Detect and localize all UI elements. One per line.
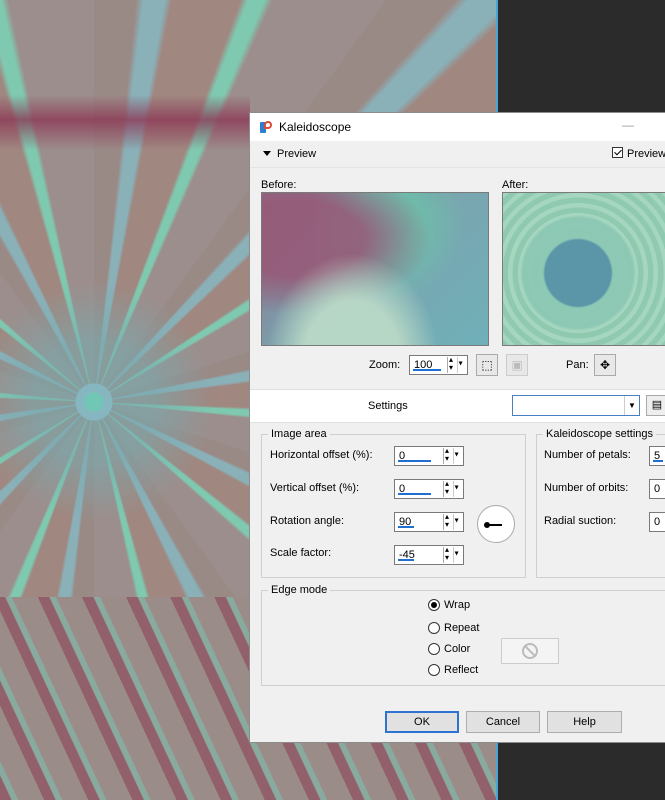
zoom-fit-icon: ⬚ — [481, 358, 493, 372]
after-label: After: — [502, 179, 529, 191]
radio-repeat[interactable] — [428, 622, 440, 634]
edge-color-swatch-button[interactable] — [501, 638, 559, 664]
kaleidoscope-dialog: Kaleidoscope — Preview Preview Before: A… — [249, 112, 665, 743]
zoom-spinner[interactable]: 100 — [409, 355, 468, 375]
preview-area: Before: After: Zoom: 100 ⬚ ▣ Pan: ✥ — [250, 167, 665, 390]
orbits-value: 0 — [654, 483, 661, 495]
save-icon: ▤ — [651, 399, 663, 411]
spin-arrows-icon[interactable] — [443, 479, 453, 497]
dialog-title: Kaleidoscope — [279, 120, 352, 134]
petals-label: Number of petals: — [544, 449, 631, 461]
value-underline — [653, 460, 663, 462]
rotation-angle-label: Rotation angle: — [270, 515, 344, 527]
edge-mode-repeat-label[interactable]: Repeat — [444, 622, 479, 634]
ok-button[interactable]: OK — [385, 711, 459, 733]
radial-suction-spinner[interactable]: 0 — [649, 512, 665, 532]
orbits-spinner[interactable]: 0 — [649, 479, 665, 499]
pan-move-icon: ✥ — [599, 358, 611, 372]
cancel-button[interactable]: Cancel — [466, 711, 540, 733]
spin-arrows-icon[interactable] — [443, 512, 453, 530]
before-label: Before: — [261, 179, 297, 191]
spin-arrows-icon[interactable] — [443, 446, 453, 464]
value-underline — [398, 460, 431, 462]
pan-button[interactable]: ✥ — [594, 354, 616, 376]
app-logo-icon — [260, 120, 273, 134]
zoom-dropdown-icon[interactable] — [457, 357, 466, 373]
image-area-title: Image area — [268, 428, 330, 440]
horizontal-offset-spinner[interactable]: 0 — [394, 446, 464, 466]
radial-suction-label: Radial suction: — [544, 515, 617, 527]
slider-dropdown-icon[interactable] — [453, 448, 462, 464]
settings-label: Settings — [368, 400, 408, 412]
horizontal-offset-label: Horizontal offset (%): — [270, 449, 373, 461]
orbits-label: Number of orbits: — [544, 482, 629, 494]
pan-label: Pan: — [566, 359, 589, 371]
settings-row: Settings ▼ ▤ — [250, 389, 665, 423]
radio-color[interactable] — [428, 643, 440, 655]
minimize-button[interactable]: — — [622, 118, 634, 132]
scale-factor-spinner[interactable]: -45 — [394, 545, 464, 565]
radio-wrap[interactable] — [428, 599, 440, 611]
spin-arrows-icon[interactable] — [443, 545, 453, 563]
canvas-pattern-band — [0, 95, 250, 150]
no-color-icon — [522, 643, 538, 659]
radial-suction-value: 0 — [654, 516, 661, 528]
zoom-actual-icon: ▣ — [511, 358, 523, 372]
zoom-row: Zoom: 100 ⬚ ▣ Pan: ✥ — [250, 352, 665, 378]
radio-reflect[interactable] — [428, 664, 440, 676]
value-underline — [398, 526, 414, 528]
settings-preset-combo[interactable]: ▼ — [512, 395, 640, 416]
zoom-spin-arrows-icon[interactable] — [447, 355, 457, 373]
preview-checkbox-label[interactable]: Preview — [627, 148, 665, 160]
petals-spinner[interactable]: 5 — [649, 446, 665, 466]
value-underline — [398, 559, 414, 561]
scale-factor-label: Scale factor: — [270, 547, 332, 559]
preview-section-label[interactable]: Preview — [277, 148, 316, 160]
edge-mode-reflect-label[interactable]: Reflect — [444, 664, 478, 676]
slider-dropdown-icon[interactable] — [453, 514, 462, 530]
edge-mode-wrap-label[interactable]: Wrap — [444, 599, 470, 611]
rotation-angle-spinner[interactable]: 90 — [394, 512, 464, 532]
zoom-label: Zoom: — [369, 359, 401, 371]
save-preset-button[interactable]: ▤ — [646, 395, 665, 416]
slider-dropdown-icon[interactable] — [453, 481, 462, 497]
zoom-value-underline — [413, 369, 441, 371]
vertical-offset-spinner[interactable]: 0 — [394, 479, 464, 499]
zoom-fit-button[interactable]: ⬚ — [476, 354, 498, 376]
vertical-offset-label: Vertical offset (%): — [270, 482, 360, 494]
help-button[interactable]: Help — [547, 711, 622, 733]
preview-toggle-row: Preview Preview — [250, 141, 665, 167]
rotation-dial[interactable] — [477, 505, 515, 543]
edge-mode-color-label[interactable]: Color — [444, 643, 470, 655]
zoom-actual-button[interactable]: ▣ — [506, 354, 528, 376]
collapse-triangle-icon[interactable] — [263, 151, 271, 156]
preview-checkbox[interactable] — [612, 147, 623, 158]
value-underline — [398, 493, 431, 495]
after-preview[interactable] — [502, 192, 665, 346]
rotation-dial-dot — [484, 522, 490, 528]
dialog-titlebar: Kaleidoscope — — [250, 113, 665, 141]
slider-dropdown-icon[interactable] — [453, 547, 462, 563]
edge-mode-title: Edge mode — [268, 584, 331, 596]
kaleidoscope-settings-title: Kaleidoscope settings — [543, 428, 657, 440]
before-preview[interactable] — [261, 192, 489, 346]
chevron-down-icon[interactable]: ▼ — [624, 396, 639, 415]
